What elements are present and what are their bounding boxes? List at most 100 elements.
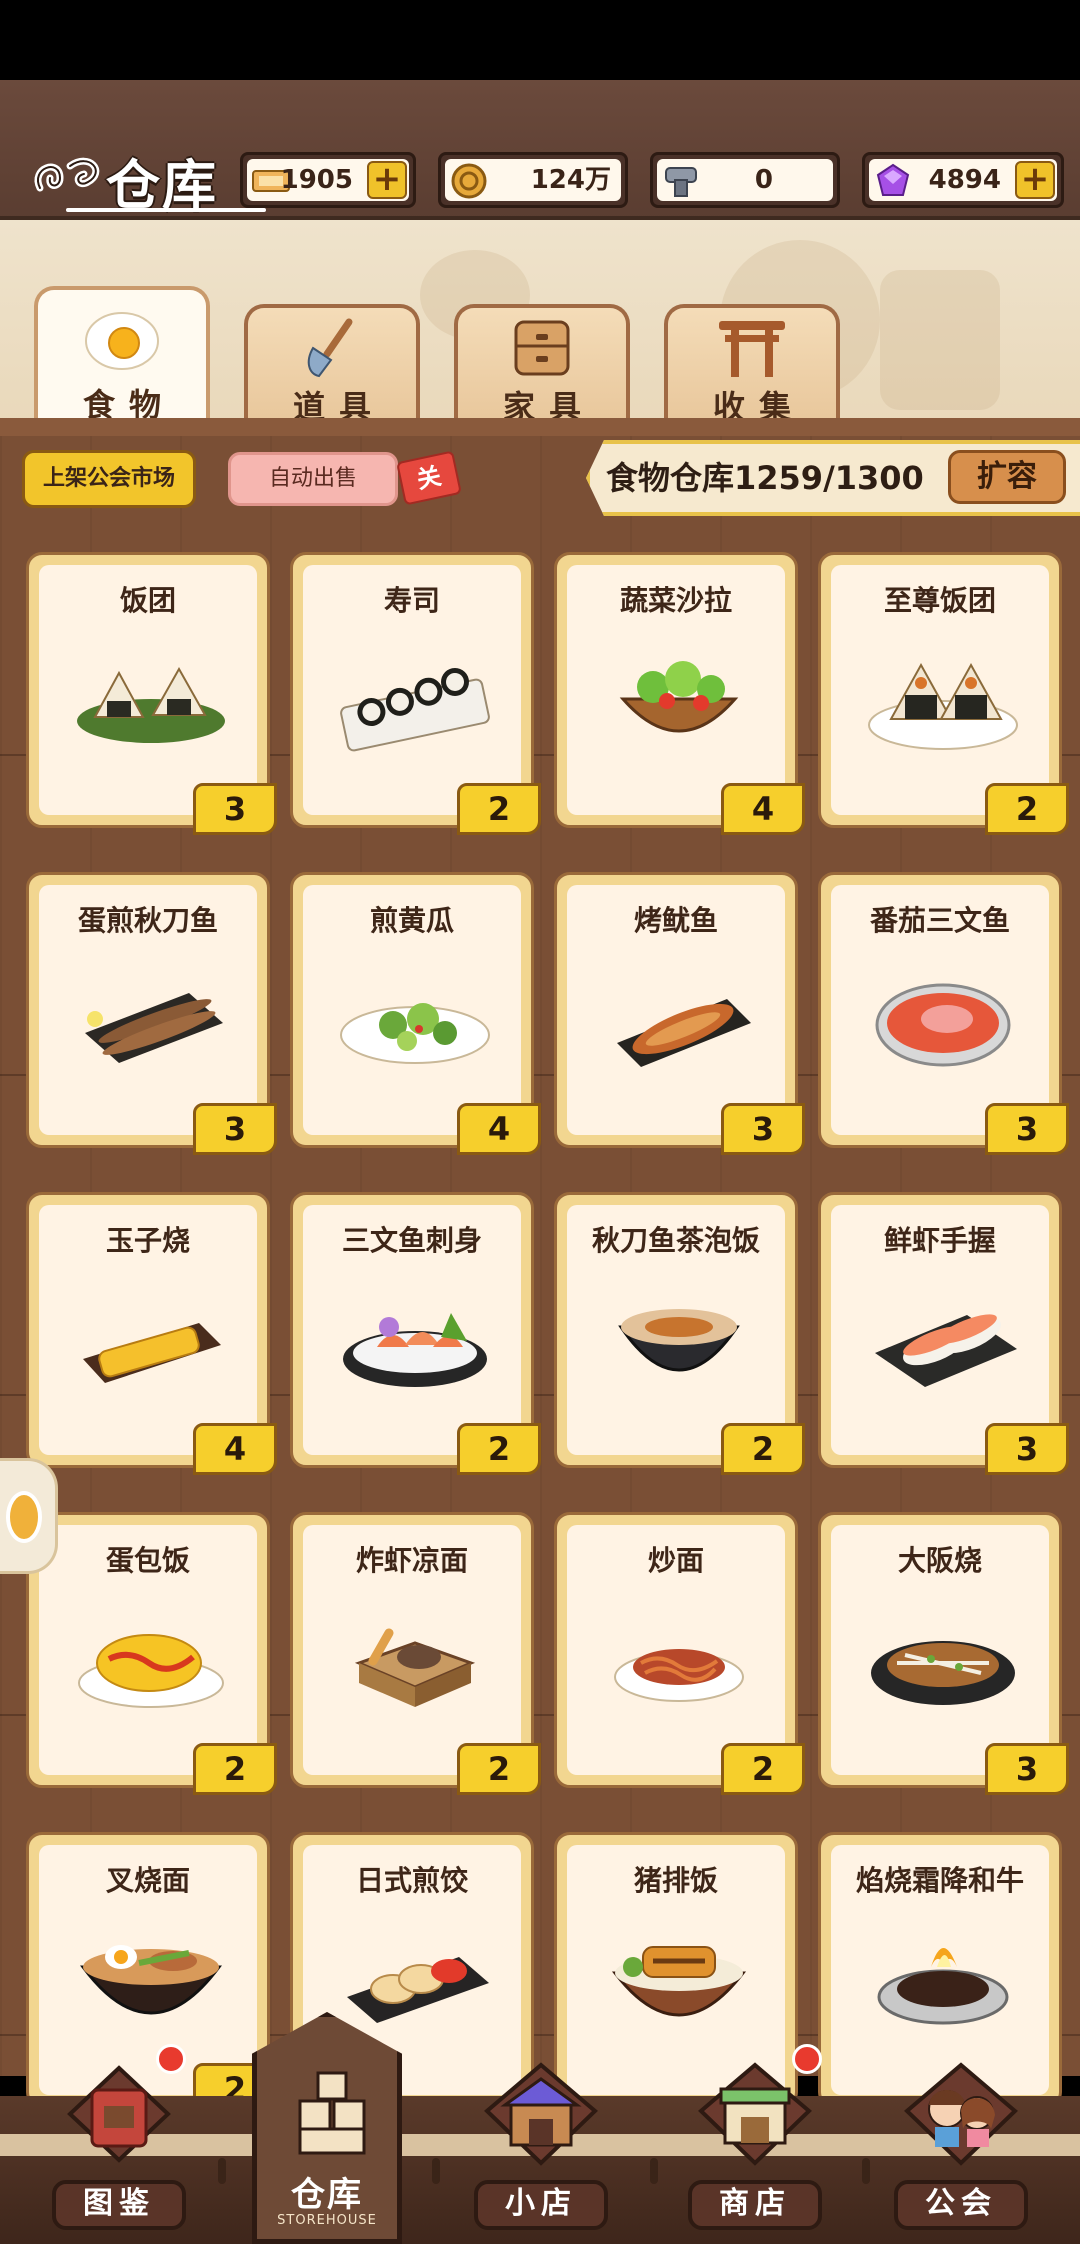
food-name: 蔬菜沙拉 (619, 584, 732, 617)
auto-sell-button[interactable]: 自动出售 (228, 452, 398, 506)
ramen-icon (69, 1923, 233, 2033)
food-card[interactable]: 炒面 2 (554, 1512, 805, 1795)
food-name: 焰烧霜降和牛 (855, 1864, 1024, 1897)
food-name: 玉子烧 (105, 1224, 190, 1257)
food-count-badge: 3 (985, 1103, 1069, 1155)
tab-collection[interactable]: 收集 (664, 304, 840, 428)
catalog-badge (156, 2044, 186, 2074)
nav-catalog-button[interactable]: 图鉴 (44, 2044, 194, 2244)
ochazuke-icon (597, 1283, 761, 1393)
gem-value: 4894 (928, 165, 1001, 195)
food-count-badge: 4 (721, 783, 805, 835)
tab-furniture[interactable]: 家具 (454, 304, 630, 428)
food-card-inner: 炸虾凉面 (303, 1525, 521, 1775)
add-ticket-button[interactable]: + (367, 161, 407, 199)
nav-myshop-button[interactable]: 小店 (466, 2044, 616, 2244)
food-count-badge: 3 (193, 783, 277, 835)
food-card[interactable]: 玉子烧 4 (26, 1192, 277, 1475)
food-count-badge: 2 (985, 783, 1069, 835)
nav-store-label: 商店 (688, 2180, 822, 2230)
nav-storehouse-button[interactable]: 仓库 STOREHOUSE (252, 2012, 402, 2244)
food-card-inner: 玉子烧 (39, 1205, 257, 1455)
food-card-inner: 鲜虾手握 (831, 1205, 1049, 1455)
food-card[interactable]: 秋刀鱼茶泡饭 2 (554, 1192, 805, 1475)
food-card[interactable]: 饭团 3 (26, 552, 277, 835)
food-card[interactable]: 大阪烧 3 (818, 1512, 1069, 1795)
guild-market-button[interactable]: 上架公会市场 (22, 450, 196, 508)
ticket-value: 1905 (280, 165, 353, 195)
shovel-icon (248, 312, 416, 382)
food-name: 猪排饭 (633, 1864, 718, 1897)
page-title-group: 仓库 (30, 140, 266, 220)
food-card[interactable]: 三文鱼刺身 2 (290, 1192, 541, 1475)
food-card[interactable]: 蔬菜沙拉 4 (554, 552, 805, 835)
food-name: 秋刀鱼茶泡饭 (591, 1224, 760, 1257)
nav-store-button[interactable]: 商店 (680, 2044, 830, 2244)
grilled-squid-icon (597, 963, 761, 1073)
food-card[interactable]: 鲜虾手握 3 (818, 1192, 1069, 1475)
food-card-inner: 寿司 (303, 565, 521, 815)
food-name: 三文鱼刺身 (341, 1224, 482, 1257)
omurice-icon (69, 1603, 233, 1713)
food-name: 炒面 (647, 1544, 704, 1577)
ticket-counter: 1905 + (240, 152, 416, 208)
food-card[interactable]: 烤鱿鱼 3 (554, 872, 805, 1155)
food-name: 大阪烧 (897, 1544, 982, 1577)
nav-guild-button[interactable]: 公会 (886, 2044, 1036, 2244)
food-card[interactable]: 煎黄瓜 4 (290, 872, 541, 1155)
katsudon-icon (597, 1923, 761, 2033)
nav-storehouse-label: 仓库 (291, 2175, 363, 2215)
egg-icon (38, 300, 206, 380)
food-card-inner: 番茄三文鱼 (831, 885, 1049, 1135)
torii-icon (668, 312, 836, 382)
fried-cucumber-icon (333, 963, 497, 1073)
salad-icon (597, 643, 761, 753)
food-count-badge: 2 (457, 1423, 541, 1475)
gyoza-icon (333, 1923, 497, 2033)
bolt-icon (661, 161, 701, 201)
nav-myshop-label: 小店 (474, 2180, 608, 2230)
food-name: 叉烧面 (105, 1864, 190, 1897)
food-card[interactable]: 蛋包饭 2 (26, 1512, 277, 1795)
food-card[interactable]: 番茄三文鱼 3 (818, 872, 1069, 1155)
food-name: 炸虾凉面 (355, 1544, 468, 1577)
food-count-badge: 4 (457, 1103, 541, 1155)
material-counter: 0 (650, 152, 840, 208)
food-count-badge: 2 (721, 1743, 805, 1795)
food-count-badge: 2 (721, 1423, 805, 1475)
food-card-inner: 烤鱿鱼 (567, 885, 785, 1135)
wagyu-icon (861, 1923, 1025, 2033)
food-card-inner: 大阪烧 (831, 1525, 1049, 1775)
nav-catalog-label: 图鉴 (52, 2180, 186, 2230)
status-bar (0, 0, 1080, 80)
shop-building-icon (476, 2044, 606, 2184)
okonomiyaki-icon (861, 1603, 1025, 1713)
cabinet-icon (458, 312, 626, 382)
food-card[interactable]: 至尊饭团 2 (818, 552, 1069, 835)
premium-onigiri-icon (861, 643, 1025, 753)
food-card[interactable]: 炸虾凉面 2 (290, 1512, 541, 1795)
food-count-badge: 2 (457, 783, 541, 835)
food-card-inner: 蔬菜沙拉 (567, 565, 785, 815)
food-count-badge: 3 (193, 1103, 277, 1155)
food-name: 至尊饭团 (883, 584, 996, 617)
food-name: 煎黄瓜 (369, 904, 454, 937)
nav-storehouse-sublabel: STOREHOUSE (277, 2213, 377, 2228)
food-card[interactable]: 寿司 2 (290, 552, 541, 835)
food-card-inner: 蛋包饭 (39, 1525, 257, 1775)
onigiri-icon (69, 643, 233, 753)
expand-capacity-button[interactable]: 扩容 (948, 450, 1066, 504)
food-card-inner: 秋刀鱼茶泡饭 (567, 1205, 785, 1455)
salmon-sashimi-icon (333, 1283, 497, 1393)
side-drawer-handle[interactable] (0, 1458, 58, 1574)
fried-noodles-icon (597, 1603, 761, 1713)
material-value: 0 (754, 165, 773, 195)
tab-tools[interactable]: 道具 (244, 304, 420, 428)
tab-food[interactable]: 食物 (34, 286, 210, 436)
coin-value: 124万 (530, 165, 611, 195)
add-gem-button[interactable]: + (1015, 161, 1055, 199)
food-name: 鲜虾手握 (883, 1224, 996, 1257)
food-count-badge: 2 (457, 1743, 541, 1795)
food-card-inner: 炒面 (567, 1525, 785, 1775)
food-card[interactable]: 蛋煎秋刀鱼 3 (26, 872, 277, 1155)
